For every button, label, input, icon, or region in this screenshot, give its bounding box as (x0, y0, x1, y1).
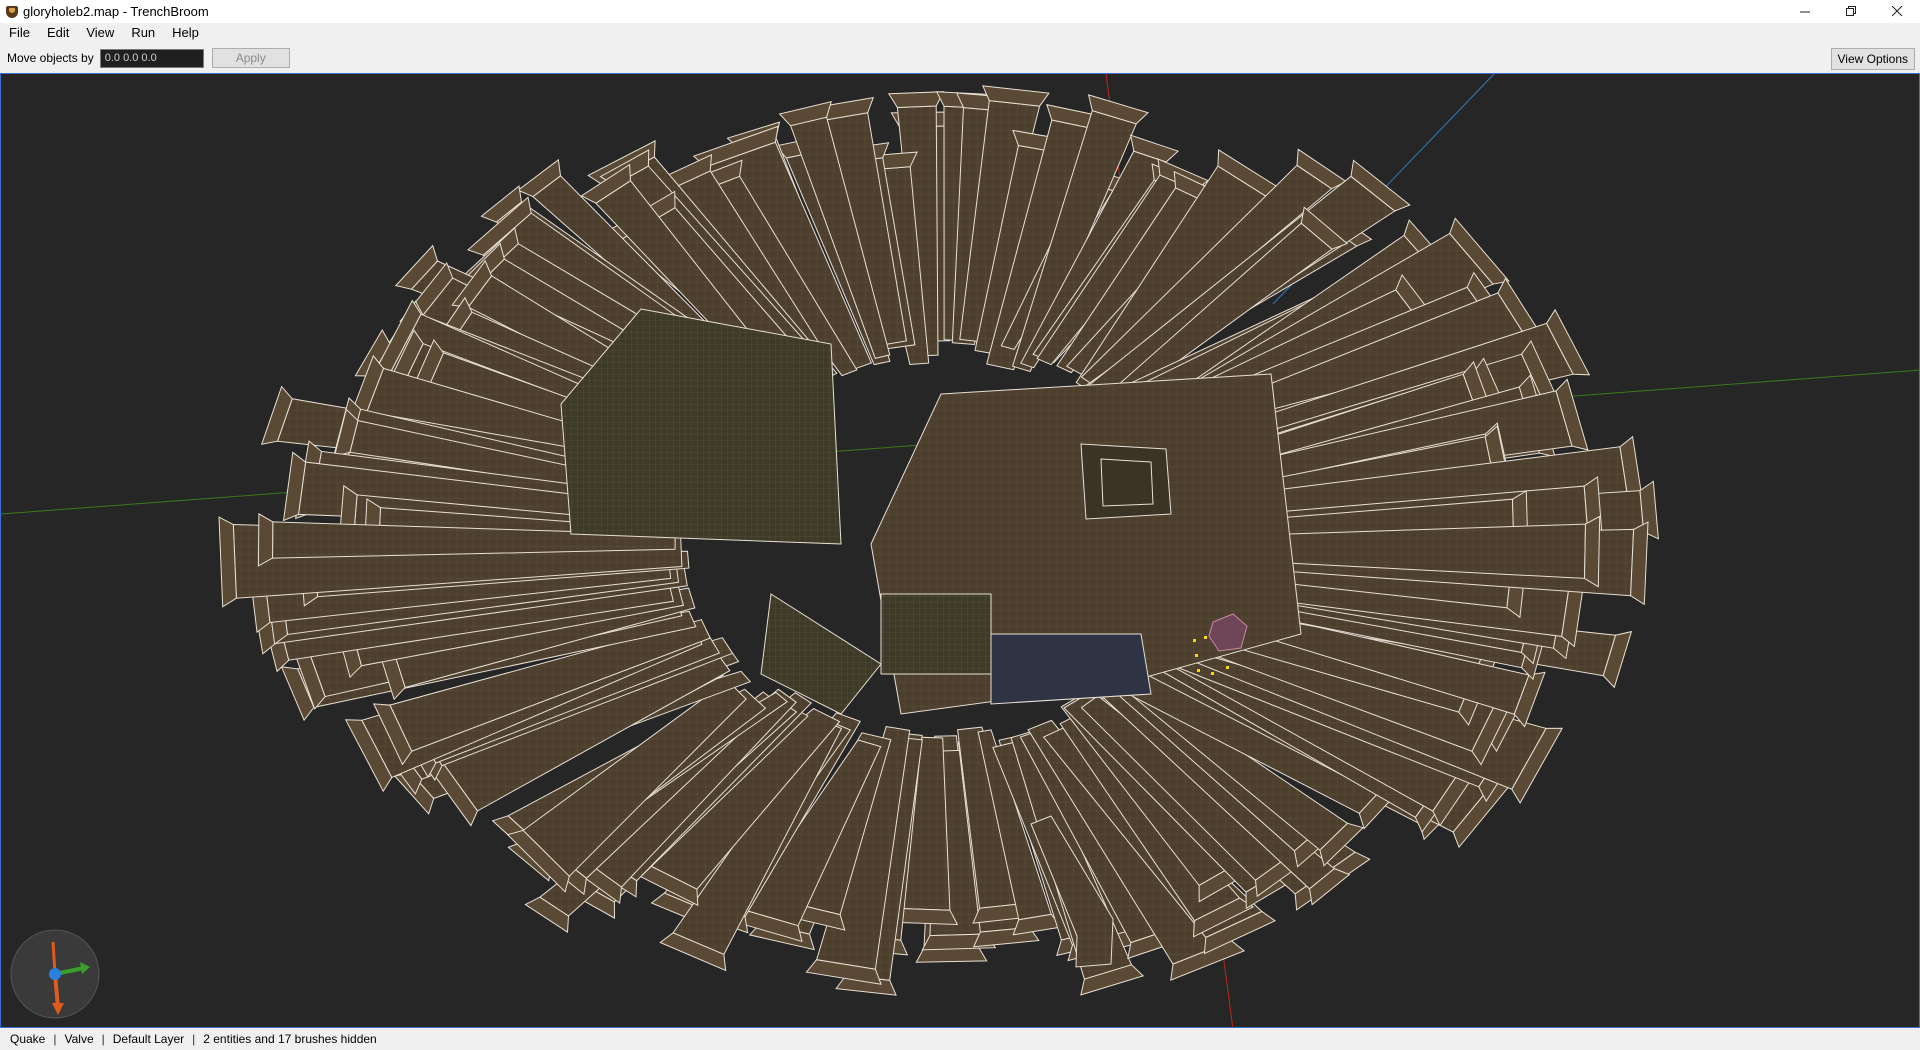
menu-run[interactable]: Run (122, 23, 163, 43)
brush-cap-145 (1630, 521, 1649, 606)
brush-cap-148 (1583, 515, 1601, 588)
title-bar: gloryholeb2.map - TrenchBroom (0, 0, 1920, 23)
close-button[interactable] (1874, 0, 1920, 23)
close-icon (1891, 6, 1902, 17)
minimize-button[interactable] (1782, 0, 1828, 23)
move-offset-input[interactable] (99, 48, 204, 68)
move-objects-label: Move objects by (7, 51, 94, 65)
menu-file[interactable]: File (0, 23, 38, 43)
brush-cap-146 (218, 516, 237, 608)
window-controls (1782, 0, 1920, 23)
apply-button[interactable]: Apply (211, 48, 290, 68)
status-game: Quake (10, 1032, 46, 1046)
menu-edit[interactable]: Edit (38, 23, 77, 43)
brush-cap-149 (257, 512, 274, 567)
window-title: gloryholeb2.map - TrenchBroom (23, 4, 209, 19)
status-map-format: Valve (64, 1032, 94, 1046)
toolbar: Move objects by Apply View Options (0, 43, 1920, 73)
status-layer: Default Layer (112, 1032, 185, 1046)
view-options-button[interactable]: View Options (1830, 48, 1915, 70)
minimize-icon (1799, 11, 1810, 13)
map-scene (1, 74, 1919, 1027)
status-separator: | (101, 1032, 105, 1046)
status-separator: | (53, 1032, 57, 1046)
restore-icon (1845, 6, 1856, 16)
restore-button[interactable] (1828, 0, 1874, 23)
status-hidden-objects: 2 entities and 17 brushes hidden (203, 1032, 377, 1046)
menu-view[interactable]: View (77, 23, 122, 43)
trenchbroom-app-icon (6, 5, 18, 18)
brush-cap-4 (887, 91, 945, 109)
orientation-compass[interactable] (10, 929, 100, 1019)
status-bar: Quake | Valve | Default Layer | 2 entiti… (0, 1028, 1920, 1050)
menu-bar: File Edit View Run Help (0, 23, 1920, 43)
status-separator: | (192, 1032, 196, 1046)
menu-help[interactable]: Help (163, 23, 207, 43)
map-3d-viewport[interactable] (0, 73, 1920, 1028)
